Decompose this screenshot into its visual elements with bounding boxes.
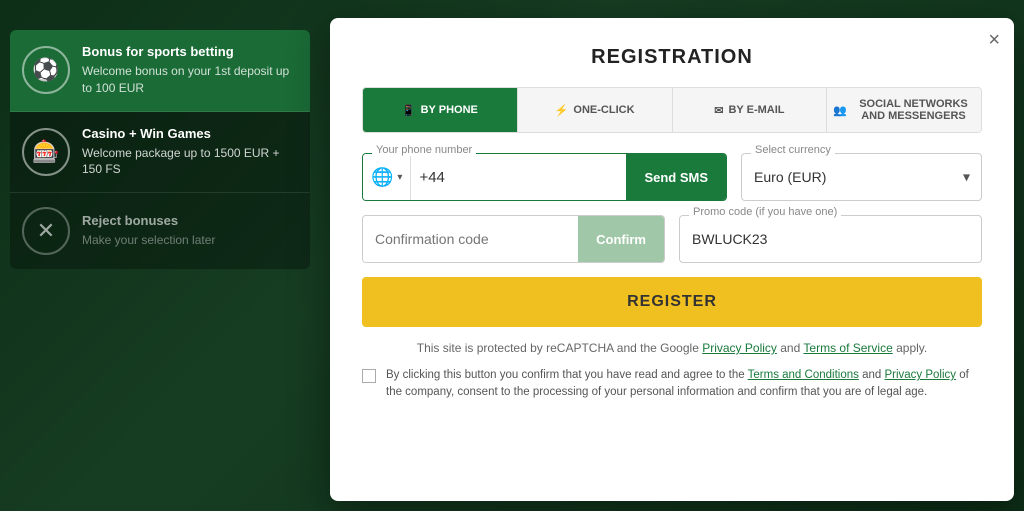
tab-one-click[interactable]: ⚡ ONE-CLICK <box>518 88 673 132</box>
promo-code-input[interactable] <box>679 215 982 263</box>
tab-by-email[interactable]: ✉ BY E-MAIL <box>673 88 828 132</box>
terms-text-start: By clicking this button you confirm that… <box>386 369 745 381</box>
terms-conditions-link[interactable]: Terms and Conditions <box>748 369 859 381</box>
phone-input-wrapper: 🌐 ▾ Send SMS <box>362 153 727 201</box>
close-button[interactable]: × <box>988 30 1000 50</box>
modal-title: REGISTRATION <box>362 46 982 69</box>
flag-chevron-icon: ▾ <box>397 172 402 183</box>
one-click-tab-icon: ⚡ <box>555 104 569 117</box>
flag-emoji: 🌐 <box>371 167 393 188</box>
phone-number-input[interactable] <box>411 154 626 200</box>
promo-field-group: Promo code (if you have one) <box>679 215 982 263</box>
terms-row: By clicking this button you confirm that… <box>362 367 982 402</box>
one-click-tab-label: ONE-CLICK <box>573 104 634 116</box>
terms-privacy-link[interactable]: Privacy Policy <box>884 369 956 381</box>
bonus-sports-text: Bonus for sports betting Welcome bonus o… <box>82 44 298 97</box>
casino-icon: 🎰 <box>22 128 70 176</box>
send-sms-button[interactable]: Send SMS <box>626 154 726 200</box>
country-flag-selector[interactable]: 🌐 ▾ <box>363 154 411 200</box>
phone-field-group: Your phone number 🌐 ▾ Send SMS <box>362 153 727 201</box>
confirmation-field-group: Confirm <box>362 215 665 263</box>
social-tab-icon: 👥 <box>833 104 847 117</box>
phone-field-label: Your phone number <box>372 144 476 156</box>
terms-checkbox[interactable] <box>362 369 376 383</box>
bonus-sidebar: ⚽ Bonus for sports betting Welcome bonus… <box>10 30 310 269</box>
reject-bonus-title: Reject bonuses <box>82 213 215 228</box>
currency-field-label: Select currency <box>751 144 835 156</box>
reject-icon: ✕ <box>22 207 70 255</box>
captcha-and: and <box>780 341 800 355</box>
casino-win-item[interactable]: 🎰 Casino + Win Games Welcome package up … <box>10 112 310 194</box>
terms-and: and <box>862 369 881 381</box>
sports-icon: ⚽ <box>22 46 70 94</box>
phone-tab-icon: 📱 <box>402 104 416 117</box>
captcha-apply: apply. <box>896 341 927 355</box>
tab-by-phone[interactable]: 📱 BY PHONE <box>363 88 518 132</box>
reject-bonus-text: Reject bonuses Make your selection later <box>82 213 215 249</box>
bonus-sports-title: Bonus for sports betting <box>82 44 298 59</box>
captcha-text-start: This site is protected by reCAPTCHA and … <box>417 341 699 355</box>
casino-win-desc: Welcome package up to 1500 EUR + 150 FS <box>82 145 298 179</box>
email-tab-label: BY E-MAIL <box>728 104 784 116</box>
captcha-notice: This site is protected by reCAPTCHA and … <box>362 341 982 355</box>
email-tab-icon: ✉ <box>714 104 723 117</box>
registration-modal: × REGISTRATION 📱 BY PHONE ⚡ ONE-CLICK ✉ … <box>330 18 1014 501</box>
phone-currency-row: Your phone number 🌐 ▾ Send SMS Select cu… <box>362 153 982 201</box>
reject-bonus-desc: Make your selection later <box>82 232 215 249</box>
casino-win-title: Casino + Win Games <box>82 126 298 141</box>
confirm-button[interactable]: Confirm <box>578 216 664 262</box>
casino-win-text: Casino + Win Games Welcome package up to… <box>82 126 298 179</box>
reject-bonus-item[interactable]: ✕ Reject bonuses Make your selection lat… <box>10 193 310 269</box>
phone-tab-label: BY PHONE <box>421 104 478 116</box>
terms-text: By clicking this button you confirm that… <box>386 367 982 402</box>
confirmation-input-wrapper: Confirm <box>362 215 665 263</box>
social-tab-label: SOCIAL NETWORKS AND MESSENGERS <box>852 98 975 122</box>
bonus-sports-item[interactable]: ⚽ Bonus for sports betting Welcome bonus… <box>10 30 310 112</box>
registration-tabs: 📱 BY PHONE ⚡ ONE-CLICK ✉ BY E-MAIL 👥 SOC… <box>362 87 982 133</box>
promo-field-label: Promo code (if you have one) <box>689 206 841 218</box>
confirmation-code-input[interactable] <box>363 216 578 262</box>
register-button[interactable]: REGISTER <box>362 277 982 327</box>
bonus-sports-desc: Welcome bonus on your 1st deposit up to … <box>82 63 298 97</box>
currency-select[interactable]: Euro (EUR) USD (USD) GBP (GBP) <box>741 153 982 201</box>
terms-of-service-link[interactable]: Terms of Service <box>803 341 892 355</box>
tab-social[interactable]: 👥 SOCIAL NETWORKS AND MESSENGERS <box>827 88 981 132</box>
privacy-policy-link[interactable]: Privacy Policy <box>702 341 777 355</box>
currency-field-group: Select currency Euro (EUR) USD (USD) GBP… <box>741 153 982 201</box>
confirm-promo-row: Confirm Promo code (if you have one) <box>362 215 982 263</box>
